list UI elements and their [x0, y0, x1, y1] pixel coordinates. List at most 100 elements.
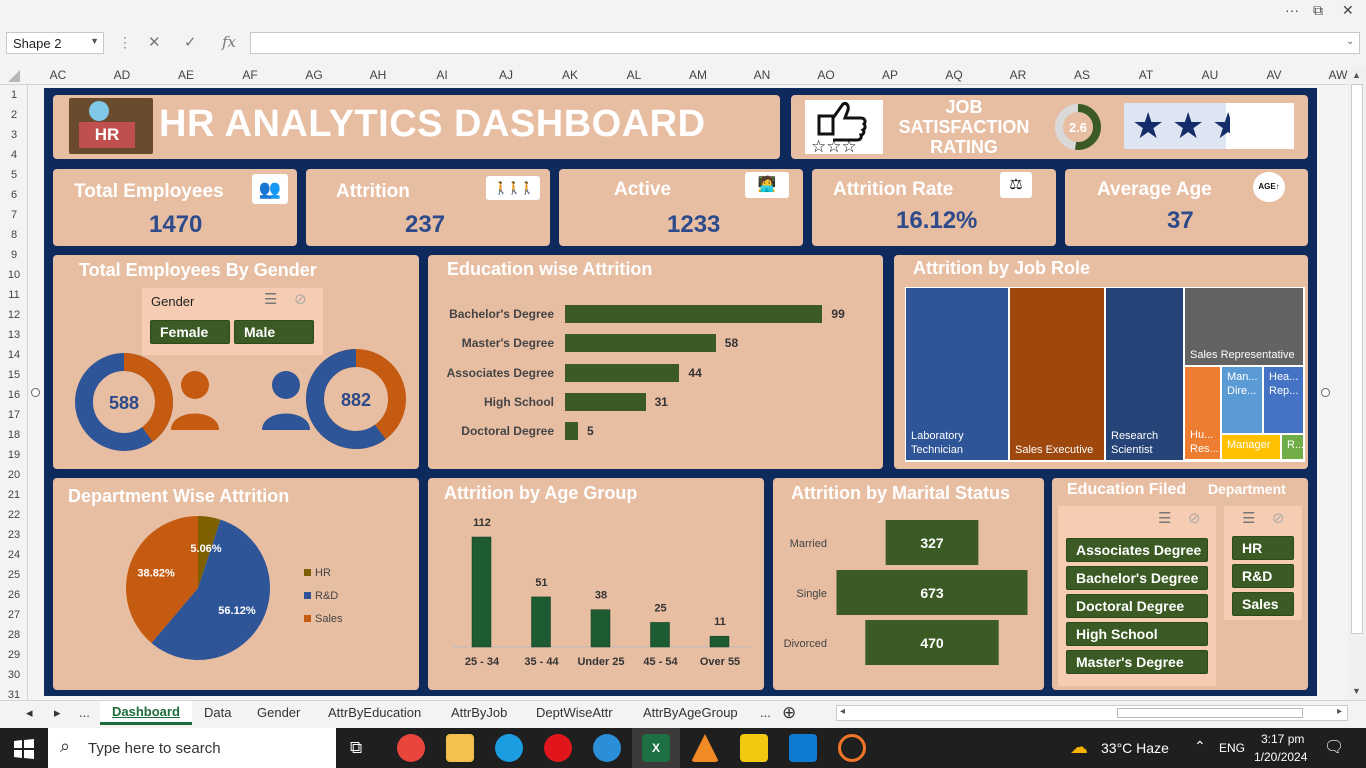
clock-time[interactable]: 3:17 pm [1261, 732, 1304, 746]
row-header[interactable]: 27 [0, 609, 28, 621]
column-header[interactable]: AU [1178, 66, 1242, 85]
row-header[interactable]: 9 [0, 249, 28, 261]
row-header[interactable]: 1 [0, 89, 28, 101]
row-header[interactable]: 13 [0, 329, 28, 341]
scroll-down-icon[interactable]: ▼ [1352, 686, 1361, 696]
resize-handle[interactable] [31, 388, 40, 397]
tabs-more-right[interactable]: ... [760, 703, 771, 723]
taskbar-search[interactable]: ⌕ Type here to search [48, 728, 336, 768]
chevron-down-icon[interactable]: ▼ [90, 36, 99, 46]
notifications-icon[interactable]: 🗨 [1324, 737, 1344, 757]
slicer-option-hr[interactable]: HR [1232, 536, 1294, 560]
tab-attrbyeducation[interactable]: AttrByEducation [316, 703, 433, 723]
windows-start-icon[interactable] [14, 739, 34, 759]
slicer-option-bachelors[interactable]: Bachelor's Degree [1066, 566, 1208, 590]
scroll-up-icon[interactable]: ▲ [1352, 70, 1361, 80]
clear-filter-icon[interactable]: ⊘ [1188, 509, 1201, 527]
resize-handle[interactable] [1321, 388, 1330, 397]
expand-formula-icon[interactable]: ⌄ [1346, 36, 1354, 47]
tab-scroll-left-icon[interactable]: ◂ [26, 703, 33, 723]
column-header[interactable]: AN [730, 66, 794, 85]
vscode-icon[interactable] [789, 734, 817, 762]
row-header[interactable]: 26 [0, 589, 28, 601]
row-header[interactable]: 16 [0, 389, 28, 401]
row-header[interactable]: 20 [0, 469, 28, 481]
excel-icon[interactable]: X [642, 734, 670, 762]
column-header[interactable]: AJ [474, 66, 538, 85]
column-header[interactable]: AK [538, 66, 602, 85]
column-header[interactable]: AP [858, 66, 922, 85]
row-header[interactable]: 4 [0, 149, 28, 161]
restore-icon[interactable]: ⧉ [1313, 2, 1323, 19]
cancel-icon[interactable]: ✕ [148, 33, 161, 51]
row-header[interactable]: 30 [0, 669, 28, 681]
tab-attrbyagegroup[interactable]: AttrByAgeGroup [631, 703, 750, 723]
slicer-option-male[interactable]: Male [234, 320, 314, 344]
tab-deptwiseattr[interactable]: DeptWiseAttr [524, 703, 625, 723]
close-icon[interactable]: ✕ [1342, 2, 1354, 19]
column-header[interactable]: AE [154, 66, 218, 85]
row-header[interactable]: 28 [0, 629, 28, 641]
row-header[interactable]: 18 [0, 429, 28, 441]
slicer-option-doctoral[interactable]: Doctoral Degree [1066, 594, 1208, 618]
opera-icon[interactable] [544, 734, 572, 762]
column-header[interactable]: AG [282, 66, 346, 85]
more-options-icon[interactable]: ··· [1285, 2, 1299, 18]
jupyter-icon[interactable] [838, 734, 866, 762]
row-header[interactable]: 10 [0, 269, 28, 281]
row-header[interactable]: 23 [0, 529, 28, 541]
add-sheet-icon[interactable]: ⊕ [782, 703, 796, 723]
tray-chevron-icon[interactable]: ⌃ [1194, 738, 1206, 755]
column-header[interactable]: AO [794, 66, 858, 85]
row-header[interactable]: 15 [0, 369, 28, 381]
row-header[interactable]: 2 [0, 109, 28, 121]
row-header[interactable]: 8 [0, 229, 28, 241]
clock-date[interactable]: 1/20/2024 [1254, 750, 1307, 764]
name-box[interactable]: Shape 2 ▼ [6, 32, 104, 54]
slicer-option-female[interactable]: Female [150, 320, 230, 344]
h-scroll-thumb[interactable] [1117, 708, 1303, 718]
tab-attrbyjob[interactable]: AttrByJob [439, 703, 519, 723]
tab-dashboard[interactable]: Dashboard [100, 701, 192, 725]
tab-data[interactable]: Data [192, 703, 243, 723]
edge-icon[interactable] [495, 734, 523, 762]
scroll-right-icon[interactable]: ▸ [1337, 706, 1342, 717]
multi-select-icon[interactable]: ☰ [1242, 509, 1255, 527]
row-header[interactable]: 21 [0, 489, 28, 501]
vertical-scrollbar[interactable]: ▲ ▼ [1348, 66, 1366, 700]
row-header[interactable]: 14 [0, 349, 28, 361]
row-header[interactable]: 3 [0, 129, 28, 141]
tab-scroll-right-icon[interactable]: ▸ [54, 703, 61, 723]
column-header[interactable]: AM [666, 66, 730, 85]
file-explorer-icon[interactable] [446, 734, 474, 762]
enter-icon[interactable]: ✓ [184, 33, 197, 51]
language-indicator[interactable]: ENG [1219, 741, 1245, 755]
row-header[interactable]: 17 [0, 409, 28, 421]
column-header[interactable]: AC [26, 66, 90, 85]
column-header[interactable]: AF [218, 66, 282, 85]
column-header[interactable]: AL [602, 66, 666, 85]
row-header[interactable]: 6 [0, 189, 28, 201]
column-header[interactable]: AS [1050, 66, 1114, 85]
function-icon[interactable]: fx [222, 33, 236, 51]
multi-select-icon[interactable]: ☰ [1158, 509, 1171, 527]
slicer-option-masters[interactable]: Master's Degree [1066, 650, 1208, 674]
column-header[interactable]: AR [986, 66, 1050, 85]
row-header[interactable]: 29 [0, 649, 28, 661]
row-header[interactable]: 7 [0, 209, 28, 221]
multi-select-icon[interactable]: ☰ [264, 290, 277, 308]
row-header[interactable]: 24 [0, 549, 28, 561]
column-header[interactable]: AT [1114, 66, 1178, 85]
clear-filter-icon[interactable]: ⊘ [294, 290, 307, 308]
tabs-more-left[interactable]: ... [79, 703, 90, 723]
formula-input[interactable] [250, 32, 1360, 54]
column-header[interactable]: AD [90, 66, 154, 85]
internet-explorer-icon[interactable] [593, 734, 621, 762]
power-bi-icon[interactable] [740, 734, 768, 762]
weather-text[interactable]: 33°C Haze [1101, 740, 1169, 756]
column-header[interactable]: AV [1242, 66, 1306, 85]
chrome-icon[interactable] [397, 734, 425, 762]
column-header[interactable]: AH [346, 66, 410, 85]
slicer-option-rnd[interactable]: R&D [1232, 564, 1294, 588]
scroll-thumb[interactable] [1351, 84, 1363, 634]
